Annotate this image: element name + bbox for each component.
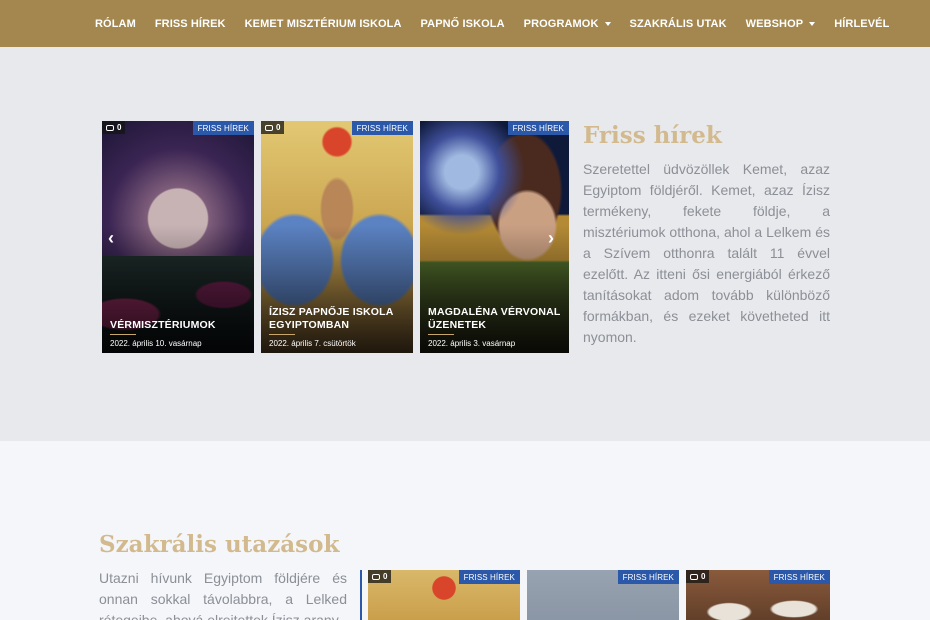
comment-count[interactable]: 0: [261, 121, 285, 134]
section-title: Friss hírek: [583, 122, 722, 149]
card-date: 2022. április 7. csütörtök: [269, 339, 356, 348]
nav-item-hirlevel[interactable]: HÍRLEVÉL: [834, 18, 889, 30]
nav-item-rolam[interactable]: RÓLAM: [95, 18, 136, 30]
category-badge[interactable]: FRISS HÍREK: [192, 121, 254, 135]
card-title[interactable]: MAGDALÉNA VÉRVONAL ÜZENETEK: [428, 306, 561, 332]
title-divider: [110, 334, 136, 335]
chevron-left-icon[interactable]: ‹: [108, 229, 114, 247]
title-divider: [269, 334, 295, 335]
travel-card-2[interactable]: FRISS HÍREK: [527, 570, 679, 620]
chevron-down-icon: [604, 22, 611, 26]
title-divider: [428, 334, 454, 335]
main-navigation: RÓLAM FRISS HÍREK KEMET MISZTÉRIUM ISKOL…: [0, 0, 930, 47]
nav-item-webshop[interactable]: WEBSHOP: [746, 18, 816, 30]
section-description: Utazni hívunk Egyiptom földjére és onnan…: [99, 570, 347, 620]
comment-icon: [372, 573, 380, 580]
category-badge[interactable]: FRISS HÍREK: [768, 570, 830, 584]
news-section: 0 FRISS HÍREK VÉRMISZTÉRIUMOK 2022. ápri…: [0, 47, 930, 441]
nav-item-friss-hirek[interactable]: FRISS HÍREK: [155, 18, 226, 30]
category-badge[interactable]: FRISS HÍREK: [351, 121, 413, 135]
comment-icon: [690, 573, 698, 580]
news-card-magdalena[interactable]: 0 FRISS HÍREK MAGDALÉNA VÉRVONAL ÜZENETE…: [420, 121, 569, 353]
nav-menu: RÓLAM FRISS HÍREK KEMET MISZTÉRIUM ISKOL…: [95, 0, 908, 47]
category-badge[interactable]: FRISS HÍREK: [617, 570, 679, 584]
news-card-vermiszteriumok[interactable]: 0 FRISS HÍREK VÉRMISZTÉRIUMOK 2022. ápri…: [102, 121, 254, 353]
comment-count[interactable]: 0: [102, 121, 126, 134]
card-title[interactable]: VÉRMISZTÉRIUMOK: [110, 319, 246, 332]
comment-count[interactable]: 0: [368, 570, 392, 583]
nav-item-papno-iskola[interactable]: PAPNŐ ISKOLA: [421, 18, 505, 30]
comment-icon: [265, 124, 273, 131]
nav-item-kemet-iskola[interactable]: KEMET MISZTÉRIUM ISKOLA: [245, 18, 402, 30]
card-title[interactable]: ÍZISZ PAPNŐJE ISKOLA EGYIPTOMBAN: [269, 306, 405, 332]
comment-icon: [106, 124, 114, 131]
news-card-izisz-papnoje[interactable]: 0 FRISS HÍREK ÍZISZ PAPNŐJE ISKOLA EGYIP…: [261, 121, 413, 353]
category-badge[interactable]: FRISS HÍREK: [507, 121, 569, 135]
card-date: 2022. április 3. vasárnap: [428, 339, 516, 348]
nav-item-szakralis-utak[interactable]: SZAKRÁLIS UTAK: [630, 18, 727, 30]
section-title: Szakrális utazások: [99, 531, 340, 558]
comment-count[interactable]: 0: [686, 570, 710, 583]
chevron-right-icon[interactable]: ›: [548, 229, 554, 247]
chevron-down-icon: [809, 22, 816, 26]
category-badge[interactable]: FRISS HÍREK: [458, 570, 520, 584]
card-date: 2022. április 10. vasárnap: [110, 339, 202, 348]
travel-section: Szakrális utazások Utazni hívunk Egyipto…: [0, 441, 930, 620]
travel-card-1[interactable]: 0 FRISS HÍREK: [368, 570, 520, 620]
travel-card-3[interactable]: 0 FRISS HÍREK: [686, 570, 830, 620]
nav-item-programok[interactable]: PROGRAMOK: [524, 18, 611, 30]
divider-line: [360, 570, 362, 620]
section-description: Szeretettel üdvözöllek Kemet, azaz Egyip…: [583, 161, 830, 345]
